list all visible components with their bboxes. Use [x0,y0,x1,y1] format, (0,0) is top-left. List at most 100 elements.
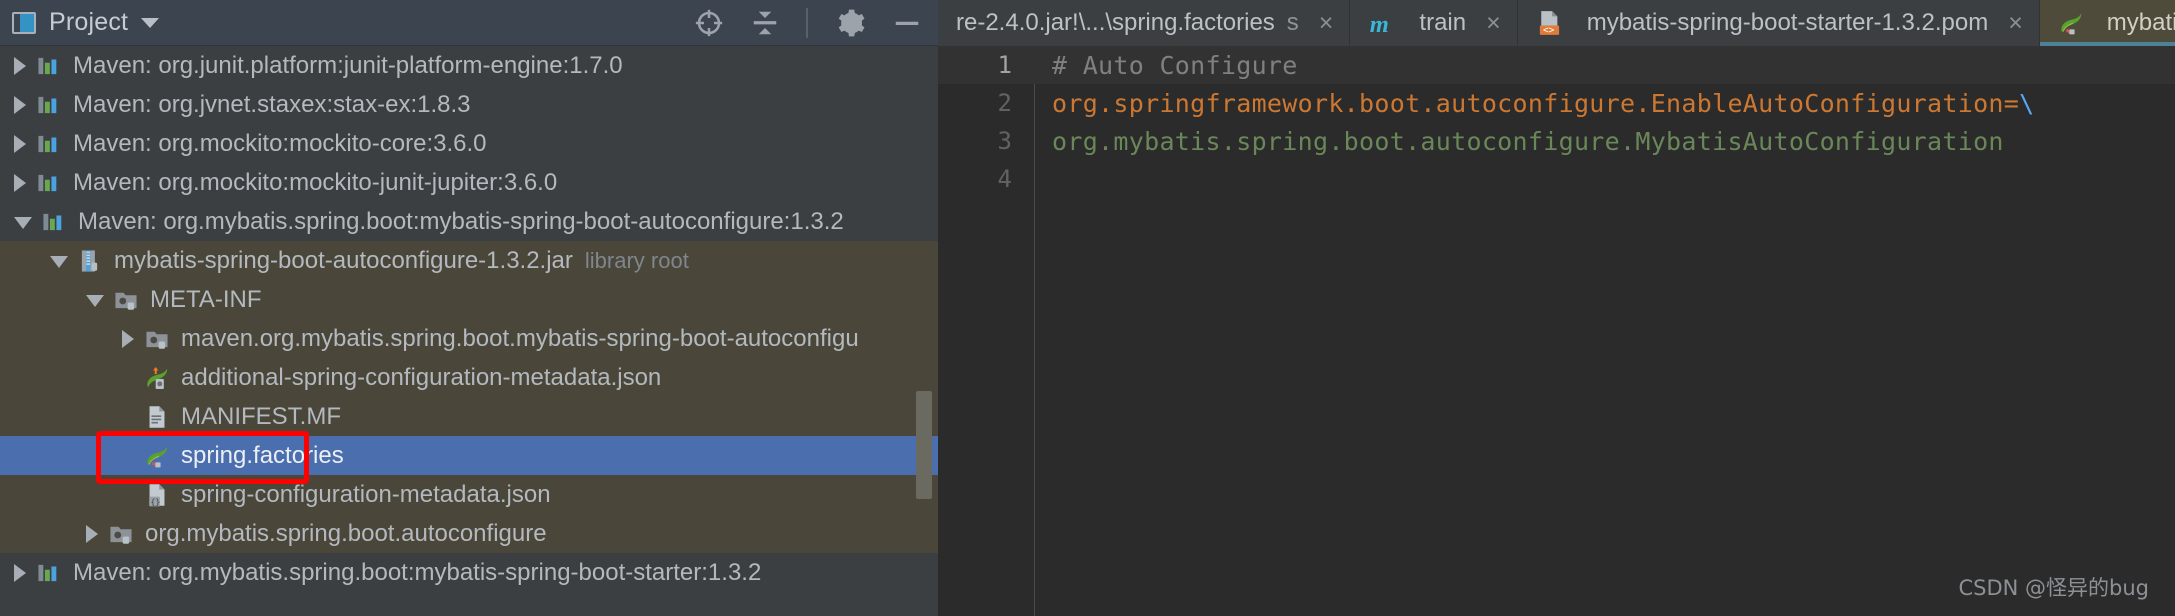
mybatis-m-icon: m [1368,9,1396,37]
chevron-right-icon[interactable] [14,173,26,192]
tree-row[interactable]: MANIFEST.MF [0,397,938,436]
spring-json-icon [144,365,170,391]
jar-icon [77,248,103,274]
editor-tab[interactable]: <> mybatis-spring-boot-starter-1.3.2.pom × [1517,0,2040,46]
tree-row-label: additional-spring-configuration-metadata… [181,363,662,391]
tree-row-label: org.mybatis.spring.boot.autoconfigure [145,519,547,547]
code-token: \ [2019,88,2035,118]
close-icon[interactable]: × [1486,10,1501,36]
json-config-icon: {} [144,482,170,508]
tree-row[interactable]: {} spring-configuration-metadata.json [0,475,938,514]
chevron-down-icon[interactable] [50,256,68,268]
maven-library-icon [36,92,62,118]
minimize-icon[interactable] [892,8,922,38]
project-title-group[interactable]: Project [12,8,160,37]
package-icon [108,521,134,547]
editor-tab[interactable]: mybatis-s [2039,0,2175,46]
line-number: 1 [997,51,1012,79]
code-line-text: org.springframework.boot.autoconfigure.E… [1034,89,2035,118]
line-number: 4 [997,165,1012,193]
tree-row[interactable]: additional-spring-configuration-metadata… [0,358,938,397]
code-line[interactable]: 1 # Auto Configure [938,46,2175,84]
toolbar-divider [806,7,808,38]
chevron-right-icon[interactable] [86,524,98,543]
editor-tab[interactable]: m train × [1350,0,1518,46]
code-token: # Auto Configure [1052,50,1298,80]
svg-text:{}: {} [151,496,161,506]
chevron-right-icon[interactable] [14,56,26,75]
maven-library-icon [36,53,62,79]
tree-row[interactable]: Maven: org.junit.platform:junit-platform… [0,46,938,85]
chevron-down-icon[interactable] [141,17,160,28]
tree-row[interactable]: Maven: org.mockito:mockito-junit-jupiter… [0,163,938,202]
tree-row[interactable]: spring.factories [0,436,938,475]
code-editor[interactable]: 1 # Auto Configure 2 org.springframework.bo… [938,46,2175,616]
tree-row-label: mybatis-spring-boot-autoconfigure-1.3.2.… [114,246,573,274]
tree-row[interactable]: Maven: org.mockito:mockito-core:3.6.0 [0,124,938,163]
editor-tab-label: mybatis-s [2106,9,2175,36]
tree-row-label: Maven: org.junit.platform:junit-platform… [73,51,623,79]
close-icon[interactable]: × [2008,10,2023,36]
chevron-down-icon[interactable] [86,295,104,307]
close-icon[interactable]: × [1319,10,1334,36]
maven-library-icon [36,131,62,157]
code-line[interactable]: 3 org.mybatis.spring.boot.autoconfigure.M… [938,122,2175,160]
code-line[interactable]: 2 org.springframework.boot.autoconfigure.… [938,84,2175,122]
tree-row[interactable]: Maven: org.jvnet.staxex:stax-ex:1.8.3 [0,85,938,124]
project-tree[interactable]: Maven: org.junit.platform:junit-platform… [0,46,938,616]
chevron-right-icon[interactable] [14,563,26,582]
tree-row-label: Maven: org.jvnet.staxex:stax-ex:1.8.3 [73,90,471,118]
tree-row-label: Maven: org.mybatis.spring.boot:mybatis-s… [78,207,844,235]
project-window-icon [12,11,36,34]
tree-row-label: spring.factories [181,441,344,469]
gear-icon[interactable] [834,7,866,39]
tree-row-label: MANIFEST.MF [181,402,341,430]
tree-row-label: Maven: org.mockito:mockito-junit-jupiter… [73,168,558,196]
code-line-text: # Auto Configure [1034,51,1298,80]
chevron-right-icon[interactable] [14,95,26,114]
tree-row[interactable]: META-INF [0,280,938,319]
chevron-right-icon[interactable] [14,134,26,153]
tree-row[interactable]: Maven: org.mybatis.spring.boot:mybatis-s… [0,202,938,241]
page-title: Project [49,8,129,36]
code-line[interactable]: 4 [938,160,2175,198]
editor-tab-label: train [1419,9,1467,36]
line-number: 3 [997,127,1012,155]
editor-tab-label: mybatis-spring-boot-starter-1.3.2.pom [1586,9,1989,36]
tree-row-label: META-INF [150,285,262,313]
editor-area: re-2.4.0.jar!\...\spring.factories s × m tr… [938,0,2175,616]
ide-window: Project Maven: org.junit.platform:junit-… [0,0,2175,616]
maven-library-icon [36,560,62,586]
locate-in-tree-icon[interactable] [694,8,724,38]
spring-leaf-icon [144,443,170,469]
maven-library-icon [36,170,62,196]
code-token: org.springframework.boot.autoconfigure.E… [1052,88,2020,118]
project-tool-window: Project Maven: org.junit.platform:junit-… [0,0,938,616]
chevron-right-icon[interactable] [122,329,134,348]
tree-row[interactable]: org.mybatis.spring.boot.autoconfigure [0,514,938,553]
code-line-text: org.mybatis.spring.boot.autoconfigure.My… [1034,127,2004,156]
collapse-all-icon[interactable] [750,8,780,38]
tree-row[interactable]: mybatis-spring-boot-autoconfigure-1.3.2.… [0,241,938,280]
maven-library-icon [41,209,67,235]
project-panel-header: Project [0,0,938,46]
tree-row-label: Maven: org.mybatis.spring.boot:mybatis-s… [73,558,762,586]
tree-row-label: maven.org.mybatis.spring.boot.mybatis-sp… [181,324,859,352]
line-number: 2 [997,89,1012,117]
editor-tab-label-truncated: s [1286,9,1299,36]
tree-row[interactable]: Maven: org.mybatis.spring.boot:mybatis-s… [0,553,938,592]
editor-tab[interactable]: re-2.4.0.jar!\...\spring.factories s × [938,0,1351,46]
tree-row[interactable]: maven.org.mybatis.spring.boot.mybatis-sp… [0,319,938,358]
chevron-down-icon[interactable] [14,217,32,229]
xml-file-icon: <> [1536,9,1564,37]
watermark-text: CSDN @怪异的bug [1958,576,2149,600]
tree-row-label: spring-configuration-metadata.json [181,480,551,508]
tree-vertical-scrollbar[interactable] [916,391,932,499]
editor-tab-bar[interactable]: re-2.4.0.jar!\...\spring.factories s × m tr… [938,0,2175,46]
manifest-icon [144,404,170,430]
tree-row-label: Maven: org.mockito:mockito-core:3.6.0 [73,129,487,157]
spring-leaf-icon [2058,10,2084,36]
code-token: org.mybatis.spring.boot.autoconfigure.My… [1052,126,2004,156]
folder-icon [113,287,139,313]
editor-tab-label: re-2.4.0.jar!\...\spring.factories [956,9,1275,36]
